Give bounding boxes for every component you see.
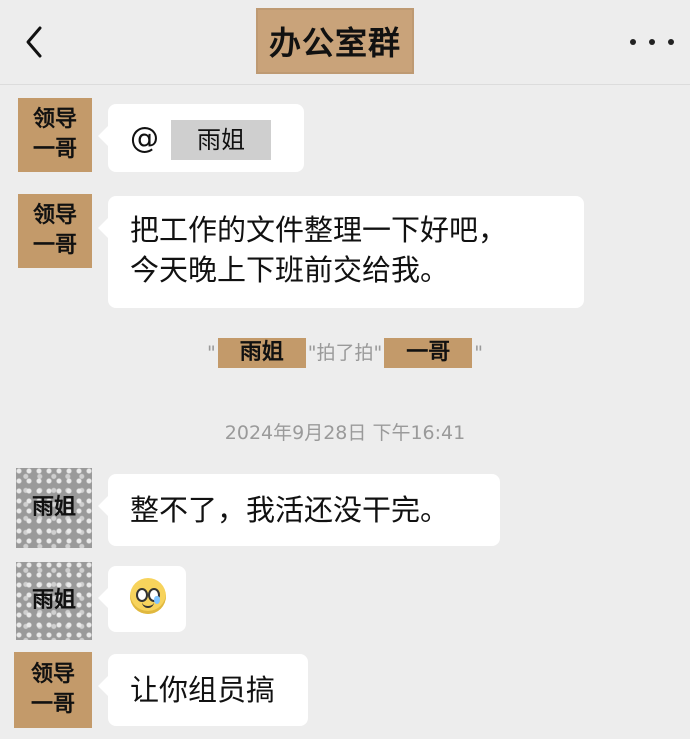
mention-chip[interactable]: 雨姐 (171, 120, 271, 160)
timestamp: 2024年9月28日 下午16:41 (224, 422, 466, 444)
message-bubble[interactable]: @ 雨姐 (98, 104, 304, 172)
avatar-label: 领导 (32, 203, 77, 228)
avatar-label: 雨姐 (31, 588, 76, 613)
message-line: 今天晚上下班前交给我。 (130, 253, 450, 287)
emoji-eye (136, 588, 148, 602)
avatar-sister[interactable]: 雨姐 (16, 468, 92, 548)
avatar-label: 一哥 (32, 233, 77, 258)
message-bubble[interactable]: 整不了，我活还没干完。 (98, 474, 500, 546)
message-bubble[interactable]: 让你组员搞 (98, 654, 308, 726)
avatar-label: 雨姐 (31, 495, 76, 520)
avatar-leader[interactable]: 领导 一哥 (14, 652, 92, 728)
avatar-leader[interactable]: 领导 一哥 (18, 194, 92, 268)
pat-notice: " 雨姐 "拍了拍" 一哥 " (0, 338, 690, 368)
more-dot (630, 39, 636, 45)
emoji-mouth (142, 602, 154, 608)
avatar-label: 一哥 (30, 692, 75, 717)
chat-title-text: 办公室群 (268, 24, 401, 62)
woozy-face-emoji (130, 578, 166, 614)
avatar-label: 一哥 (32, 137, 77, 162)
avatar-label: 领导 (30, 662, 75, 687)
pat-target-tag: 一哥 (384, 338, 473, 368)
pat-quote: " (206, 342, 216, 364)
message-line: 把工作的文件整理一下好吧， (130, 213, 508, 247)
pat-quote: " (474, 342, 483, 364)
more-dot (649, 39, 655, 45)
pat-actor-tag: 雨姐 (217, 338, 306, 368)
more-options-button[interactable] (630, 30, 674, 54)
emoji-tear (154, 596, 160, 604)
chevron-left-icon (26, 26, 42, 58)
more-dot (668, 39, 674, 45)
message-text: 整不了，我活还没干完。 (130, 493, 450, 527)
message-bubble[interactable]: 把工作的文件整理一下好吧， 今天晚上下班前交给我。 (98, 196, 584, 308)
pat-action: "拍了拍" (307, 342, 383, 364)
avatar-sister[interactable]: 雨姐 (16, 562, 92, 640)
chat-header: 办公室群 (0, 0, 690, 85)
back-button[interactable] (20, 24, 52, 60)
message-text: 让你组员搞 (130, 673, 276, 707)
avatar-label: 领导 (32, 107, 77, 132)
mention-prefix: @ (130, 121, 159, 155)
avatar-leader[interactable]: 领导 一哥 (18, 98, 92, 172)
chat-title: 办公室群 (256, 8, 414, 74)
